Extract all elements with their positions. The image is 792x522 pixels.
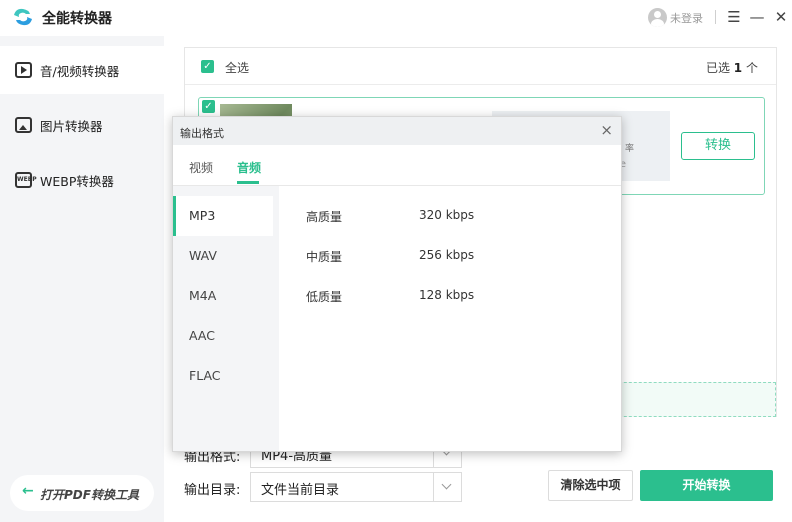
active-tab-indicator: [237, 181, 259, 184]
format-label: MP3: [189, 208, 216, 223]
format-item-aac[interactable]: AAC: [173, 316, 273, 356]
titlebar-divider: [715, 10, 716, 24]
output-dir-label: 输出目录:: [184, 483, 241, 498]
output-dir-value: 文件当前目录: [261, 483, 340, 498]
tab-audio[interactable]: 音频: [237, 159, 261, 176]
selected-number: 1: [733, 61, 743, 75]
quality-option-medium[interactable]: 中质量: [306, 248, 342, 265]
user-avatar-icon[interactable]: [648, 8, 667, 27]
select-all-checkbox[interactable]: ✓: [201, 60, 214, 73]
quality-option-low[interactable]: 低质量: [306, 288, 342, 305]
sidebar-item-label: 音/视频转换器: [40, 64, 120, 79]
dialog-header: 输出格式 ×: [173, 117, 621, 145]
selected-suffix: 个: [745, 61, 758, 75]
output-dir-select[interactable]: 文件当前目录: [250, 472, 462, 502]
output-format-dialog: 输出格式 × 视频 音频 MP3 WAV M4A AAC FLAC 高质量 32…: [172, 116, 622, 452]
clear-selected-button[interactable]: 清除选中项: [548, 470, 633, 501]
file-info-text: 率: [624, 144, 634, 154]
dialog-close-icon[interactable]: ×: [600, 121, 613, 139]
quality-rate: 128 kbps: [419, 288, 475, 302]
tab-video[interactable]: 视频: [189, 159, 213, 176]
selected-count: 已选 1 个: [706, 59, 758, 76]
image-icon: [15, 117, 32, 133]
format-label: FLAC: [189, 368, 221, 383]
login-link[interactable]: 未登录: [670, 10, 703, 26]
file-checkbox[interactable]: ✓: [202, 100, 215, 113]
sidebar-item-image[interactable]: 图片转换器: [0, 101, 164, 149]
close-icon[interactable]: ✕: [771, 6, 791, 28]
format-item-wav[interactable]: WAV: [173, 236, 273, 276]
sidebar-item-label: 图片转换器: [40, 119, 103, 134]
pdf-tool-label: 打开PDF转换工具: [40, 488, 139, 502]
quality-rate: 320 kbps: [419, 208, 475, 222]
file-list-header: ✓ 全选 已选 1 个: [185, 48, 776, 85]
selected-prefix: 已选: [705, 61, 730, 75]
chevron-down-icon: [433, 473, 461, 501]
format-item-flac[interactable]: FLAC: [173, 356, 273, 396]
minimize-icon[interactable]: —: [747, 6, 767, 28]
sidebar-item-audio-video[interactable]: 音/视频转换器: [0, 46, 164, 94]
app-logo-icon: [14, 8, 32, 26]
format-item-mp3[interactable]: MP3: [173, 196, 273, 236]
dialog-title: 输出格式: [180, 127, 224, 140]
format-item-m4a[interactable]: M4A: [173, 276, 273, 316]
select-all-label: 全选: [225, 61, 250, 75]
arrow-left-icon: ←: [22, 483, 34, 499]
sidebar-item-label: WEBP转换器: [40, 174, 114, 189]
open-pdf-tool-button[interactable]: ← 打开PDF转换工具: [10, 475, 154, 511]
menu-icon[interactable]: ☰: [724, 6, 744, 28]
convert-button[interactable]: 转换: [681, 132, 755, 160]
format-label: WAV: [189, 248, 217, 263]
sidebar-item-webp[interactable]: WEBP WEBP转换器: [0, 156, 164, 204]
play-icon: [15, 62, 32, 78]
webp-icon: WEBP: [15, 172, 37, 188]
title-bar: 全能转换器 未登录 ☰ — ✕: [0, 0, 792, 36]
format-list: MP3 WAV M4A AAC FLAC: [173, 186, 279, 451]
sidebar: 音/视频转换器 图片转换器 WEBP WEBP转换器 ← 打开PDF转换工具: [0, 36, 164, 522]
quality-option-high[interactable]: 高质量: [306, 208, 342, 225]
format-label: M4A: [189, 288, 217, 303]
start-convert-button[interactable]: 开始转换: [640, 470, 773, 501]
quality-rate: 256 kbps: [419, 248, 475, 262]
app-title: 全能转换器: [42, 11, 112, 27]
format-label: AAC: [189, 328, 215, 343]
